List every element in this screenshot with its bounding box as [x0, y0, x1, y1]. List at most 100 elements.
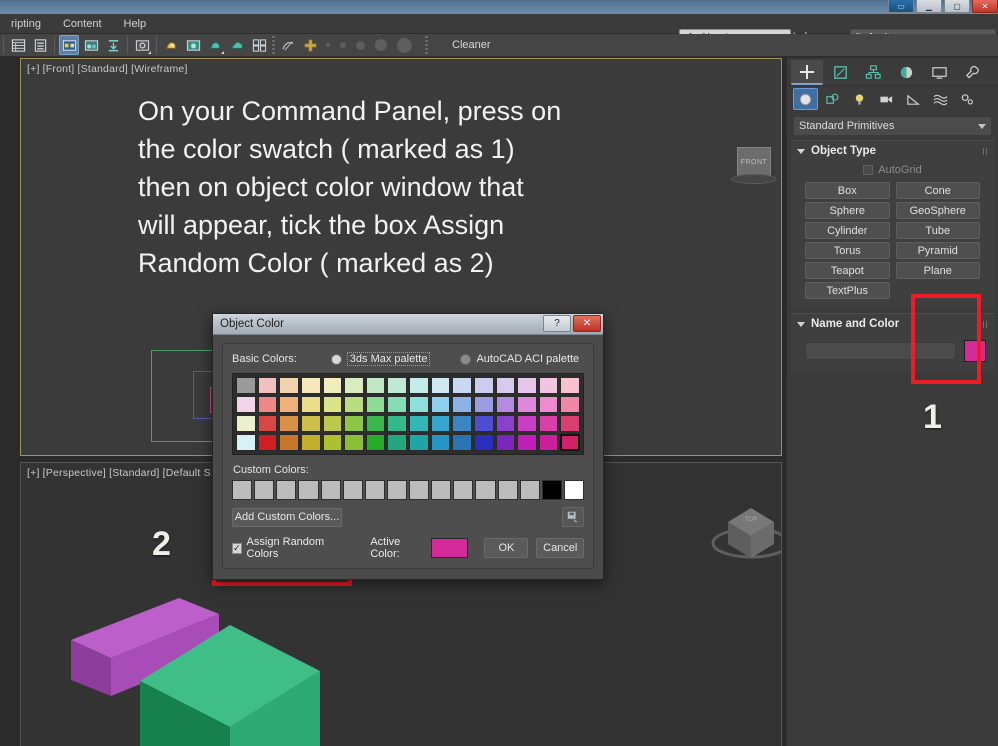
shapes-subtab[interactable]	[820, 88, 845, 110]
lightbulb-icon[interactable]	[847, 88, 872, 110]
scene-explorer-icon[interactable]	[8, 35, 28, 55]
teapot-button[interactable]: Teapot	[805, 262, 890, 279]
dialog-titlebar[interactable]: Object Color ? ✕	[213, 314, 603, 335]
palette-swatch[interactable]	[430, 415, 451, 432]
palette-swatch[interactable]	[365, 415, 386, 432]
menu-content[interactable]: Content	[52, 16, 113, 32]
cylinder-button[interactable]: Cylinder	[805, 222, 890, 239]
palette-swatch[interactable]	[560, 377, 580, 394]
palette-swatch[interactable]	[300, 434, 321, 451]
palette-swatch[interactable]	[344, 434, 364, 451]
palette-swatch[interactable]	[495, 396, 516, 413]
palette-swatch[interactable]	[365, 377, 386, 394]
plane-button[interactable]: Plane	[895, 262, 980, 279]
custom-color-slot[interactable]	[232, 480, 253, 500]
palette-swatch[interactable]	[236, 415, 256, 432]
custom-color-slot[interactable]	[254, 480, 275, 500]
box-button[interactable]: Box	[805, 182, 890, 199]
palette-swatch[interactable]	[279, 377, 299, 394]
geometry-subtab[interactable]	[793, 88, 818, 110]
palette-swatch[interactable]	[452, 377, 472, 394]
viewport-front-label[interactable]: [+] [Front] [Standard] [Wireframe]	[27, 63, 188, 75]
custom-color-slot[interactable]	[453, 480, 474, 500]
palette-swatch[interactable]	[300, 377, 321, 394]
activeshade-icon[interactable]	[205, 35, 225, 55]
palette-swatch[interactable]	[473, 377, 494, 394]
palette-swatch[interactable]	[517, 415, 537, 432]
palette-swatch[interactable]	[236, 434, 256, 451]
object-type-header[interactable]: Object Type	[791, 141, 994, 161]
palette-swatch[interactable]	[560, 434, 580, 451]
state-sets-icon[interactable]	[249, 35, 269, 55]
sphere-button[interactable]: Sphere	[805, 202, 890, 219]
palette-swatch[interactable]	[473, 415, 494, 432]
cancel-button[interactable]: Cancel	[536, 538, 585, 558]
autogrid-checkbox[interactable]	[863, 165, 874, 175]
palette-swatch[interactable]	[430, 396, 451, 413]
custom-color-slot[interactable]	[563, 480, 584, 500]
palette-swatch[interactable]	[322, 377, 343, 394]
create-tab[interactable]	[791, 60, 823, 85]
palette-swatch[interactable]	[538, 434, 559, 451]
viewcube-compass-ring[interactable]	[731, 174, 777, 184]
palette-swatch[interactable]	[409, 377, 429, 394]
palette-swatch[interactable]	[495, 434, 516, 451]
gears-icon[interactable]	[955, 88, 980, 110]
close-icon[interactable]: ✕	[972, 0, 998, 13]
viewcube-perspective[interactable]: TOP	[706, 488, 781, 571]
palette-swatch[interactable]	[517, 396, 537, 413]
active-color-swatch[interactable]	[430, 538, 469, 558]
palette-swatch[interactable]	[257, 434, 278, 451]
palette-swatch[interactable]	[517, 434, 537, 451]
box-green[interactable]	[134, 623, 334, 746]
custom-color-slot[interactable]	[298, 480, 319, 500]
palette-swatch[interactable]	[365, 396, 386, 413]
palette-swatch[interactable]	[344, 377, 364, 394]
palette-swatch[interactable]	[300, 396, 321, 413]
basic-color-grid[interactable]	[232, 373, 584, 455]
camera-icon[interactable]	[874, 88, 899, 110]
assign-random-colors-checkbox[interactable]: ✓ Assign Random Colors	[232, 536, 340, 560]
palette-swatch[interactable]	[452, 415, 472, 432]
add-icon[interactable]	[300, 35, 320, 55]
monitor-icon[interactable]: ▭	[888, 0, 914, 13]
palette-swatch[interactable]	[430, 434, 451, 451]
wave-icon[interactable]	[928, 88, 953, 110]
help-icon[interactable]: ?	[543, 315, 571, 332]
custom-color-slot[interactable]	[497, 480, 518, 500]
palette-swatch[interactable]	[300, 415, 321, 432]
palette-swatch[interactable]	[322, 415, 343, 432]
palette-swatch[interactable]	[236, 396, 256, 413]
menu-scripting[interactable]: ripting	[0, 16, 52, 32]
custom-color-slot[interactable]	[409, 480, 430, 500]
palette-swatch[interactable]	[452, 434, 472, 451]
viewcube-face-label[interactable]: FRONT	[737, 147, 771, 177]
material-editor-icon[interactable]	[81, 35, 101, 55]
schematic-view-icon[interactable]	[59, 35, 79, 55]
palette-swatch[interactable]	[538, 415, 559, 432]
custom-color-slot[interactable]	[364, 480, 385, 500]
torus-button[interactable]: Torus	[805, 242, 890, 259]
save-palette-icon[interactable]	[562, 507, 584, 527]
palette-swatch[interactable]	[322, 396, 343, 413]
palette-swatch[interactable]	[430, 377, 451, 394]
curve-editor-icon[interactable]	[278, 35, 298, 55]
palette-swatch[interactable]	[387, 434, 407, 451]
palette-swatch[interactable]	[409, 415, 429, 432]
palette-swatch[interactable]	[387, 396, 407, 413]
palette-swatch[interactable]	[365, 434, 386, 451]
textplus-button[interactable]: TextPlus	[805, 282, 890, 299]
custom-color-slot[interactable]	[386, 480, 407, 500]
custom-color-slot[interactable]	[276, 480, 297, 500]
palette-swatch[interactable]	[495, 377, 516, 394]
palette-swatch[interactable]	[279, 434, 299, 451]
add-custom-colors-button[interactable]: Add Custom Colors...	[232, 507, 342, 527]
palette-swatch[interactable]	[279, 415, 299, 432]
close-icon[interactable]: ✕	[573, 315, 601, 332]
modify-tab[interactable]	[824, 60, 856, 85]
palette-swatch[interactable]	[344, 396, 364, 413]
radio-autocad-palette[interactable]: AutoCAD ACI palette	[460, 353, 579, 365]
custom-color-slot[interactable]	[519, 480, 540, 500]
render-frame-window-icon[interactable]	[132, 35, 152, 55]
render-setup-icon[interactable]	[103, 35, 123, 55]
